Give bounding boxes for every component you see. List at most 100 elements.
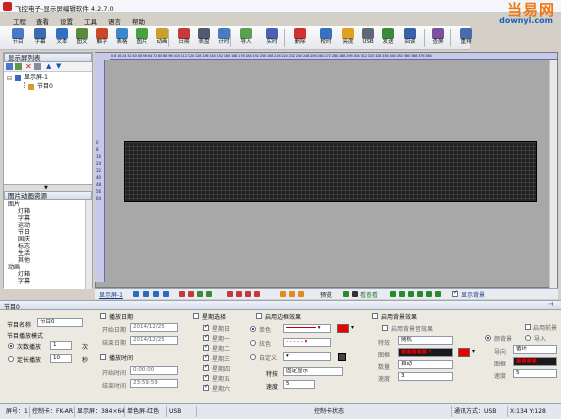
move-left-icon[interactable] [179,291,185,297]
fill-icon[interactable] [298,291,304,297]
tree-program[interactable]: 节目0 [37,83,53,90]
align-left-icon[interactable] [227,291,233,297]
weekday-checkbox[interactable] [203,323,209,331]
end-date-input[interactable]: 2014/12/25 [130,336,178,345]
r-bg-radio[interactable] [485,335,491,341]
resource-item[interactable]: 国庆 [18,236,30,243]
toolbar-rearrange-button[interactable]: 重排 [456,27,476,49]
toolbar-text-button[interactable]: 文本 [52,27,72,49]
menu-help[interactable]: 帮助 [132,16,145,26]
weekday-checkbox[interactable] [203,383,209,391]
menu-view[interactable]: 查看 [36,16,49,26]
first-icon[interactable] [390,291,396,297]
border-multi-radio[interactable] [250,340,256,346]
new-program-icon[interactable] [15,63,22,70]
bg-count-select[interactable]: 自动 [398,360,453,369]
border-speed-select[interactable]: 5 [283,380,315,389]
toolbar-send-button[interactable]: 发送 [378,27,398,49]
toolbar-brightness-button[interactable]: 亮度 [338,27,358,49]
toolbar-sync-time-button[interactable]: 校时 [316,27,336,49]
resource-item[interactable]: 标志 [18,243,30,250]
toolbar-check-screen-button[interactable]: 查屏 [428,27,448,49]
weekday-checkbox[interactable] [203,373,209,381]
stretch-icon[interactable] [289,291,295,297]
show-bg-checkbox[interactable] [452,289,458,297]
r-pic-select[interactable]: ■■■■ [513,357,557,366]
resource-item[interactable]: 字幕 [18,215,30,222]
bg-color-dropdown-icon[interactable]: ▾ [472,348,475,355]
preview-button[interactable]: 预览 [320,290,332,299]
border-color-dropdown-icon[interactable]: ▾ [351,324,354,331]
align-top-icon[interactable] [254,291,260,297]
border-color-swatch[interactable] [337,324,349,333]
play-date-checkbox[interactable] [100,313,106,319]
r-import-radio[interactable] [525,335,531,341]
toolbar-readback-button[interactable]: 回读 [400,27,420,49]
last-icon[interactable] [417,291,423,297]
stop-icon[interactable] [352,291,358,297]
toolbar-clock-dial-button[interactable]: 表盘 [194,27,214,49]
move-down-icon[interactable] [206,291,212,297]
resource-item[interactable]: 生活 [18,250,30,257]
play-icon[interactable] [343,291,349,297]
menu-language[interactable]: 语言 [108,16,121,26]
new-screen-icon[interactable] [6,63,13,70]
mode-count-radio[interactable] [8,343,14,349]
tree-expander[interactable]: ⊟ [7,75,12,82]
resource-item[interactable]: 节日 [18,229,30,236]
bg-effect-select[interactable]: 随机 [398,336,453,345]
align-center-icon[interactable] [236,291,242,297]
resource-item[interactable]: 灯箱 [18,208,30,215]
align-right-icon[interactable] [245,291,251,297]
border-single-radio[interactable] [250,326,256,332]
resource-category[interactable]: 图片 [8,201,20,208]
border-custom-select[interactable]: ▾ [283,352,331,361]
start-time-input[interactable]: 0:00:00 [130,366,178,375]
toolbar-program-button[interactable]: 节目 [8,27,28,49]
border-style-select[interactable]: ▾ [283,324,331,333]
zoom-out-icon[interactable] [143,291,149,297]
toolbar-animation-button[interactable]: 动画 [152,27,172,49]
toolbar-picture-button[interactable]: 图片 [132,27,152,49]
toolbar-usb-button[interactable]: USB [358,27,378,49]
bg-color-swatch[interactable] [458,348,470,357]
start-date-input[interactable]: 2014/12/25 [130,323,178,332]
toolbar-image-text-button[interactable]: 图文 [72,27,92,49]
screen-selector[interactable]: 显示屏-1 [99,290,123,299]
move-up-icon[interactable] [197,291,203,297]
toolbar-subtitle-button[interactable]: 字幕 [30,27,50,49]
toolbar-realtime-button[interactable]: 实时 [262,27,282,49]
weekday-checkbox[interactable] [203,363,209,371]
resource-category[interactable]: 动画 [8,264,20,271]
copy-icon[interactable] [34,63,41,70]
menu-tools[interactable]: 工具 [84,16,97,26]
zoom-in-icon[interactable] [133,291,139,297]
zoom-fit-icon[interactable] [153,291,159,297]
border-custom-icon[interactable] [338,353,346,361]
loop-icon[interactable] [426,291,432,297]
fixed-input[interactable]: 10 [50,354,72,363]
prev-icon[interactable] [399,291,405,297]
weekday-checkbox[interactable] [203,333,209,341]
view-all-button[interactable]: 看查看 [360,290,378,299]
toolbar-timer-button[interactable]: 计时 [214,27,234,49]
resource-item[interactable]: 其他 [18,257,30,264]
border-effect-select[interactable]: 固定显示 [283,367,343,376]
weekday-checkbox[interactable] [203,343,209,351]
border-checkbox[interactable] [256,313,262,319]
play-time-checkbox[interactable] [100,354,106,360]
resource-scrollbar[interactable] [85,200,92,289]
resize-icon[interactable] [280,291,286,297]
foreground-checkbox[interactable] [525,324,531,330]
delete-icon[interactable]: ✕ [25,62,32,71]
move-down-icon[interactable]: ▼ [56,62,61,70]
move-right-icon[interactable] [188,291,194,297]
mode-fixed-radio[interactable] [8,356,14,362]
refresh-icon[interactable] [435,291,441,297]
resource-item[interactable]: 灯箱 [18,271,30,278]
program-name-input[interactable]: 节目0 [37,318,83,327]
week-checkbox[interactable] [193,313,199,319]
count-input[interactable]: 1 [50,341,72,350]
toolbar-date-button[interactable]: 日期 [174,27,194,49]
toolbar-table-button[interactable]: 表格 [112,27,132,49]
